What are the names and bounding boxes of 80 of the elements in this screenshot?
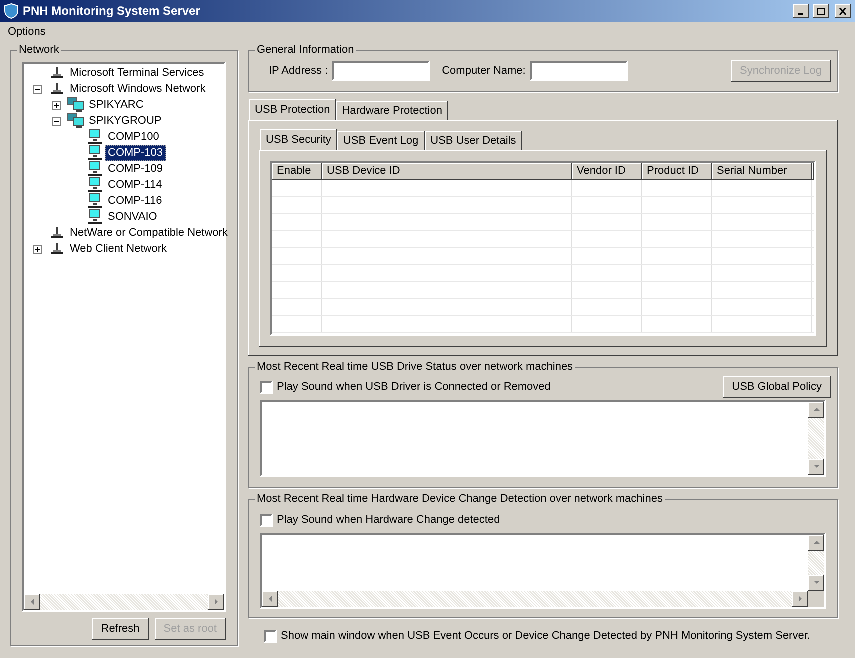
computer-icon [87, 193, 103, 209]
computers-icon [67, 97, 85, 113]
refresh-button[interactable]: Refresh [92, 618, 149, 640]
tree-item[interactable]: SPIKYGROUP [86, 113, 165, 129]
arrow-icon [266, 595, 274, 603]
close-icon [839, 8, 847, 14]
network-icon [49, 82, 65, 96]
column-header[interactable]: USB Device ID [322, 163, 572, 180]
vertical-scrollbar[interactable] [808, 402, 824, 475]
column-header[interactable]: Enable [272, 163, 322, 180]
tree-item[interactable]: Microsoft Windows Network [67, 81, 209, 97]
minimize-button[interactable] [793, 4, 809, 18]
maximize-icon [817, 8, 825, 14]
expand-icon[interactable] [52, 100, 61, 110]
column-header[interactable]: Serial Number [712, 163, 812, 180]
expand-icon[interactable] [33, 244, 42, 254]
sub-tab[interactable]: USB Event Log [337, 131, 425, 150]
checkbox-label: Play Sound when Hardware Change detected [277, 513, 500, 528]
computer-icon [87, 177, 103, 193]
tree-item[interactable]: COMP-116 [105, 193, 166, 209]
computer-icon [87, 209, 103, 225]
group-title: Most Recent Real time Hardware Device Change Detection over network machines [255, 492, 665, 506]
network-icon [49, 242, 65, 256]
computer-icon [87, 145, 103, 161]
collapse-icon[interactable] [52, 116, 61, 126]
field-label: Computer Name: [442, 64, 526, 79]
tab[interactable]: Hardware Protection [336, 101, 448, 120]
arrow-icon [796, 595, 804, 603]
network-icon [49, 226, 65, 240]
sub-tab[interactable]: USB User Details [424, 131, 522, 150]
scroll-left-button[interactable] [24, 594, 40, 610]
arrow-icon [812, 579, 820, 587]
arrow-icon [212, 598, 220, 606]
scroll-right-button[interactable] [792, 591, 808, 607]
tree-item[interactable]: COMP-103 [105, 145, 166, 161]
window-title: PNH Monitoring System Server [23, 3, 202, 20]
scroll-down-button[interactable] [808, 575, 824, 591]
scroll-right-button[interactable] [208, 594, 224, 610]
arrow-icon [812, 538, 820, 546]
column-header[interactable]: Product ID [642, 163, 712, 180]
sub-tab[interactable]: USB Security [260, 129, 338, 150]
column-header[interactable]: Vendor ID [572, 163, 642, 180]
checkbox-label: Show main window when USB Event Occurs or Device Change Detected by PNH Monitoring System Server. [281, 629, 810, 644]
tree-item[interactable]: SONVAIO [105, 209, 160, 225]
field-label: IP Address : [269, 64, 328, 79]
checkbox[interactable] [260, 380, 273, 394]
tree-item[interactable]: Microsoft Terminal Services [67, 65, 208, 81]
tree-item[interactable]: COMP-109 [105, 161, 166, 177]
scroll-up-button[interactable] [808, 534, 824, 550]
checkbox[interactable] [264, 630, 277, 643]
checkbox[interactable] [260, 514, 273, 527]
tree-item[interactable]: SPIKYARC [86, 97, 147, 113]
computer-icon [87, 129, 103, 145]
shield-icon [4, 3, 19, 19]
scroll-down-button[interactable] [808, 459, 824, 475]
computer-name-field[interactable] [530, 61, 628, 81]
scroll-up-button[interactable] [808, 402, 824, 418]
menu-item[interactable]: Options [4, 24, 50, 40]
tree-item[interactable]: NetWare or Compatible Network [67, 225, 231, 241]
scrollbar-corner [808, 591, 824, 607]
checkbox-label: Play Sound when USB Driver is Connected or Removed [277, 380, 551, 395]
maximize-button[interactable] [813, 4, 829, 18]
tree-item[interactable]: Web Client Network [67, 241, 170, 257]
usb-global-policy-button[interactable]: USB Global Policy [723, 376, 831, 398]
tab[interactable]: USB Protection [249, 99, 336, 120]
network-icon [49, 66, 65, 80]
tree-item[interactable]: COMP-114 [105, 177, 166, 193]
ip-address-field[interactable] [332, 61, 430, 81]
arrow-icon [812, 463, 820, 471]
computers-icon [67, 113, 85, 129]
arrow-icon [812, 406, 820, 414]
collapse-icon[interactable] [33, 84, 42, 94]
horizontal-scrollbar[interactable] [262, 591, 808, 607]
scroll-left-button[interactable] [262, 591, 278, 607]
close-button[interactable] [835, 4, 851, 18]
horizontal-scrollbar[interactable] [24, 594, 224, 610]
computer-icon [87, 161, 103, 177]
vertical-scrollbar[interactable] [808, 534, 824, 591]
arrow-icon [28, 598, 36, 606]
tree-item[interactable]: COMP100 [105, 129, 162, 145]
